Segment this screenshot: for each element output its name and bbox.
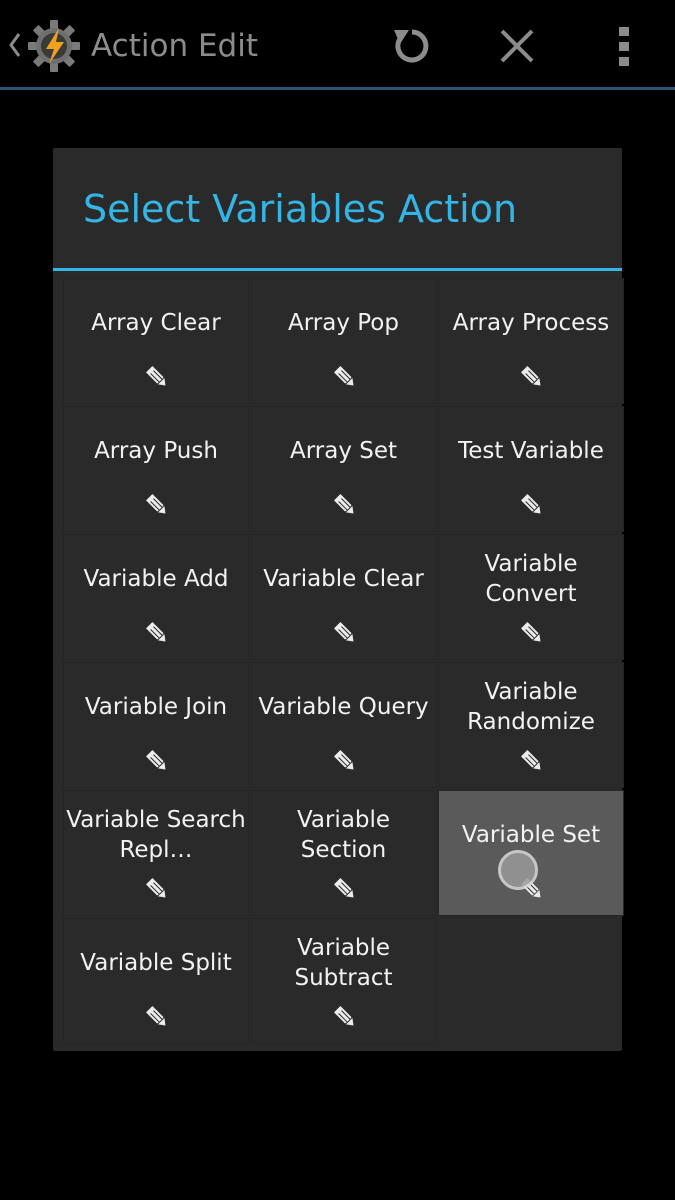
action-tile-label: Variable Search Repl…: [66, 807, 246, 863]
edit-icon: [519, 492, 545, 518]
edit-icon: [519, 748, 545, 774]
select-action-dialog: Select Variables Action Array Clear Array…: [53, 148, 624, 1051]
tasker-gear-bolt-icon[interactable]: [26, 18, 82, 74]
overflow-menu-button[interactable]: [596, 18, 652, 74]
edit-icon: [332, 748, 358, 774]
edit-icon: [144, 620, 170, 646]
action-tile-label: Variable Split: [80, 950, 232, 976]
action-tile-label: Test Variable: [458, 438, 604, 464]
edit-icon: [144, 364, 170, 390]
action-tile-label: Array Push: [94, 438, 218, 464]
action-tile-variable-search-repl[interactable]: Variable Search Repl…: [63, 790, 249, 916]
screen-title: Action Edit: [91, 28, 258, 64]
action-tile-array-process[interactable]: Array Process: [438, 278, 624, 404]
action-tile-variable-section[interactable]: Variable Section: [250, 790, 437, 916]
action-tile-variable-randomize[interactable]: Variable Randomize: [438, 662, 624, 788]
action-tile-variable-clear[interactable]: Variable Clear: [250, 534, 437, 660]
edit-icon: [332, 620, 358, 646]
action-tile-label: Variable Randomize: [467, 679, 595, 735]
action-tile-variable-split[interactable]: Variable Split: [63, 918, 249, 1044]
reset-button[interactable]: [384, 18, 440, 74]
edit-icon: [519, 620, 545, 646]
action-tile-variable-query[interactable]: Variable Query: [250, 662, 437, 788]
edit-icon: [332, 876, 358, 902]
refresh-icon: [394, 29, 429, 63]
action-tile-label: Variable Join: [84, 694, 228, 720]
action-tile-variable-set[interactable]: Variable Set: [438, 790, 624, 916]
edit-icon: [332, 1004, 358, 1030]
close-icon: [500, 29, 534, 63]
action-tile-label: Variable Subtract: [294, 935, 393, 991]
overflow-menu-icon: [619, 27, 629, 66]
edit-icon: [144, 1004, 170, 1030]
action-tile-array-clear[interactable]: Array Clear: [63, 278, 249, 404]
action-tile-variable-add[interactable]: Variable Add: [63, 534, 249, 660]
action-tile-label: Array Process: [452, 310, 610, 336]
action-tile-label: Variable Convert: [484, 551, 578, 607]
edit-icon: [519, 364, 545, 390]
action-tile-array-pop[interactable]: Array Pop: [250, 278, 437, 404]
action-bar: Action Edit: [0, 0, 675, 87]
screen: Action Edit Select Variables Action Arra…: [0, 0, 675, 1200]
action-tile-label: Variable Query: [258, 694, 429, 720]
touch-indicator: [498, 850, 538, 890]
edit-icon: [144, 748, 170, 774]
edit-icon: [144, 492, 170, 518]
close-button[interactable]: [489, 18, 545, 74]
dialog-title: Select Variables Action: [83, 187, 518, 231]
action-tile-label: Array Set: [289, 438, 398, 464]
action-tile-array-push[interactable]: Array Push: [63, 406, 249, 532]
action-tile-variable-join[interactable]: Variable Join: [63, 662, 249, 788]
dialog-title-divider: [53, 268, 622, 271]
action-tile-label: Array Clear: [91, 310, 221, 336]
edit-icon: [332, 364, 358, 390]
action-tile-label: Array Pop: [288, 310, 399, 336]
action-tile-label: Variable Clear: [263, 566, 424, 592]
action-tile-variable-subtract[interactable]: Variable Subtract: [250, 918, 437, 1044]
action-tile-label: Variable Add: [83, 566, 229, 592]
action-tile-label: Variable Section: [296, 807, 391, 863]
action-tile-variable-convert[interactable]: Variable Convert: [438, 534, 624, 660]
chevron-left-icon[interactable]: [8, 30, 22, 60]
action-tile-test-variable[interactable]: Test Variable: [438, 406, 624, 532]
action-tile-array-set[interactable]: Array Set: [250, 406, 437, 532]
edit-icon: [144, 876, 170, 902]
action-bar-divider: [0, 87, 675, 90]
edit-icon: [332, 492, 358, 518]
